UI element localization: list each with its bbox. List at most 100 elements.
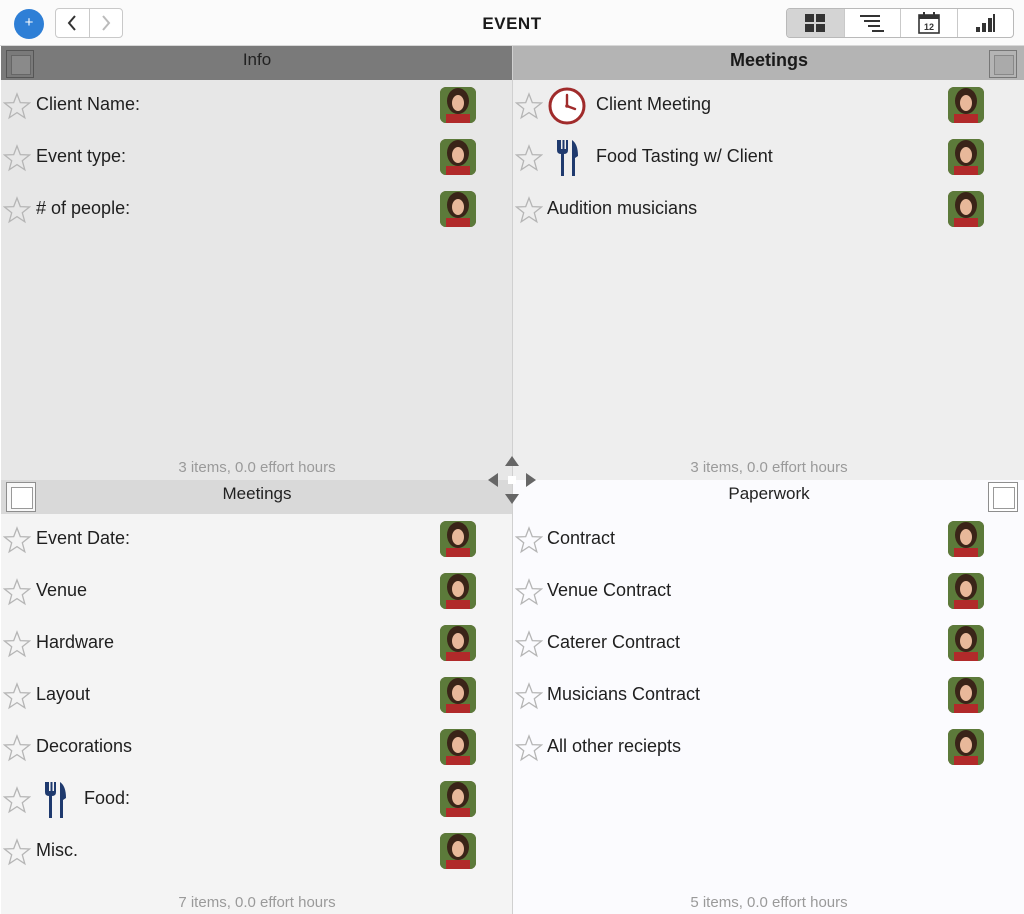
star-icon[interactable] [515, 734, 543, 762]
bar-view-icon [976, 14, 996, 32]
chevron-right-icon [102, 15, 111, 31]
move-arrows-icon[interactable] [487, 455, 537, 505]
task-row[interactable]: Hardware [1, 618, 513, 670]
star-icon[interactable] [3, 144, 31, 172]
task-label: Misc. [36, 840, 78, 860]
star-icon[interactable] [3, 526, 31, 554]
back-button[interactable] [56, 9, 89, 37]
task-row[interactable]: Food Tasting w/ Client [513, 132, 1024, 184]
avatar[interactable] [440, 87, 476, 123]
add-button[interactable]: + [14, 9, 44, 39]
star-icon[interactable] [515, 578, 543, 606]
task-row[interactable]: Audition musicians [513, 184, 1024, 236]
avatar[interactable] [948, 139, 984, 175]
task-row[interactable]: Client Name: [1, 80, 513, 132]
avatar[interactable] [948, 191, 984, 227]
quadrant-checkbox[interactable] [988, 482, 1018, 512]
task-label: # of people: [36, 198, 131, 218]
task-list: Contract Venue Contract Caterer Contract… [513, 514, 1024, 774]
task-row[interactable]: All other reciepts [513, 722, 1024, 774]
star-icon[interactable] [3, 630, 31, 658]
view-switcher: 12 [786, 8, 1014, 38]
svg-text:12: 12 [924, 22, 934, 32]
star-icon[interactable] [515, 630, 543, 658]
task-label: Event type: [36, 146, 127, 166]
task-label: Event Date: [36, 528, 131, 548]
star-icon[interactable] [3, 734, 31, 762]
task-row[interactable]: Event type: [1, 132, 513, 184]
star-icon[interactable] [3, 682, 31, 710]
task-label: Musicians Contract [547, 684, 701, 704]
outline-view-icon [860, 15, 885, 32]
quadrant-title: Paperwork [728, 484, 810, 503]
star-icon[interactable] [3, 92, 31, 120]
clock-icon [547, 86, 587, 126]
task-label: Client Name: [36, 94, 141, 114]
task-list: Client Meeting Food Tasting w/ Client Au… [513, 80, 1024, 236]
star-icon[interactable] [3, 196, 31, 224]
task-label: Venue [36, 580, 88, 600]
task-label: Food: [84, 788, 131, 808]
task-row[interactable]: Contract [513, 514, 1024, 566]
quadrant-summary: 3 items, 0.0 effort hours [690, 459, 848, 476]
calendar-view-button[interactable]: 12 [900, 9, 957, 37]
task-row[interactable]: # of people: [1, 184, 513, 236]
task-row[interactable]: Venue Contract [513, 566, 1024, 618]
avatar[interactable] [440, 139, 476, 175]
quadrant-summary: 7 items, 0.0 effort hours [178, 894, 336, 911]
star-icon[interactable] [515, 144, 543, 172]
avatar[interactable] [440, 781, 476, 817]
avatar[interactable] [440, 573, 476, 609]
task-list: Event Date: Venue Hardware Layout Decora… [1, 514, 513, 878]
avatar[interactable] [948, 625, 984, 661]
quadrant-checkbox[interactable] [989, 50, 1017, 78]
grid-view-button[interactable] [787, 9, 844, 37]
star-icon[interactable] [515, 92, 543, 120]
task-row[interactable]: Decorations [1, 722, 513, 774]
star-icon[interactable] [3, 838, 31, 866]
star-icon[interactable] [515, 526, 543, 554]
avatar[interactable] [440, 677, 476, 713]
star-icon[interactable] [515, 682, 543, 710]
task-row[interactable]: Event Date: [1, 514, 513, 566]
avatar[interactable] [440, 521, 476, 557]
task-label: Layout [36, 684, 91, 704]
quadrant-meetings-bottom: Meetings Event Date: Venue Hardware Layo… [1, 480, 513, 914]
star-icon[interactable] [3, 786, 31, 814]
fork-knife-icon [35, 780, 75, 820]
task-row[interactable]: Food: [1, 774, 513, 826]
forward-button[interactable] [88, 9, 122, 37]
star-icon[interactable] [3, 578, 31, 606]
quadrant-checkbox[interactable] [6, 482, 36, 512]
bar-view-button[interactable] [956, 9, 1014, 37]
task-row[interactable]: Layout [1, 670, 513, 722]
toolbar: + EVENT 12 [0, 0, 1024, 46]
task-label: Food Tasting w/ Client [596, 146, 773, 166]
navigation-group [55, 8, 123, 38]
task-row[interactable]: Caterer Contract [513, 618, 1024, 670]
avatar[interactable] [948, 677, 984, 713]
fork-knife-icon [547, 138, 587, 178]
avatar[interactable] [948, 87, 984, 123]
avatar[interactable] [440, 729, 476, 765]
outline-view-button[interactable] [843, 9, 901, 37]
quadrant-meetings-top: Meetings Client Meeting Food Tasting w/ … [513, 46, 1024, 480]
task-row[interactable]: Client Meeting [513, 80, 1024, 132]
avatar[interactable] [948, 573, 984, 609]
avatar[interactable] [440, 625, 476, 661]
task-row[interactable]: Misc. [1, 826, 513, 878]
avatar[interactable] [948, 729, 984, 765]
star-icon[interactable] [515, 196, 543, 224]
task-label: Contract [547, 528, 616, 548]
quadrant-paperwork: Paperwork Contract Venue Contract Catere… [513, 480, 1024, 914]
task-list: Client Name: Event type: # of people: [1, 80, 513, 236]
quadrant-checkbox[interactable] [6, 50, 34, 78]
quadrant-info: Info Client Name: Event type: # of peopl… [1, 46, 513, 480]
avatar[interactable] [440, 833, 476, 869]
avatar[interactable] [948, 521, 984, 557]
quadrant-summary: 3 items, 0.0 effort hours [178, 459, 336, 476]
task-row[interactable]: Musicians Contract [513, 670, 1024, 722]
quadrant-summary: 5 items, 0.0 effort hours [690, 894, 848, 911]
task-row[interactable]: Venue [1, 566, 513, 618]
avatar[interactable] [440, 191, 476, 227]
